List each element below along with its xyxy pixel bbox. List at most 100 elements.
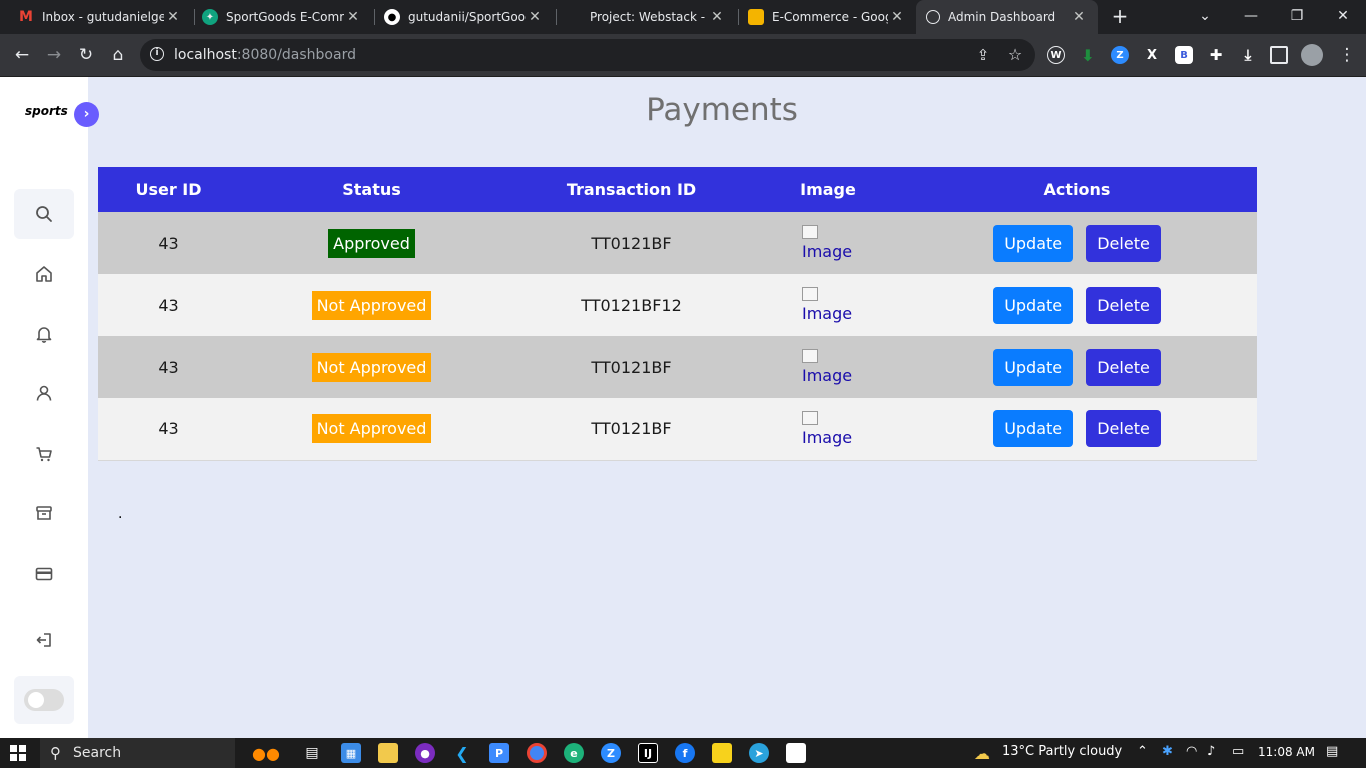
side-panel-icon[interactable] — [1270, 46, 1288, 64]
sidebar-item-home[interactable] — [14, 254, 74, 294]
volume-icon[interactable]: ♪ — [1207, 744, 1215, 759]
tray-chevron-icon[interactable]: ⌃ — [1137, 744, 1148, 759]
taskbar-search-box[interactable]: ⚲ Search — [40, 738, 235, 768]
battery-icon[interactable]: ▭ — [1232, 744, 1244, 759]
close-tab-icon[interactable]: ✕ — [164, 9, 182, 25]
address-bar[interactable]: i localhost:8080/dashboard ⇪ ☆ — [140, 39, 1035, 71]
browser-tab-chatgpt[interactable]: ✦ SportGoods E-Comme ✕ — [192, 0, 372, 34]
notifications-center-icon[interactable]: ▤ — [1326, 744, 1338, 759]
restore-button[interactable]: ❐ — [1274, 0, 1320, 34]
sidebar-item-products[interactable] — [14, 493, 74, 533]
zoom-icon[interactable]: Z — [1111, 46, 1129, 64]
bookmark-star-icon[interactable]: ☆ — [1002, 42, 1028, 68]
facebook-icon[interactable]: f — [675, 743, 695, 763]
downloads-icon[interactable]: ⤓ — [1239, 46, 1257, 64]
column-header-image: Image — [759, 167, 897, 212]
browser-toolbar: ← → ↻ ⌂ i localhost:8080/dashboard ⇪ ☆ W… — [0, 34, 1366, 77]
delete-button[interactable]: Delete — [1086, 348, 1161, 386]
intellij-icon[interactable]: IJ — [638, 743, 658, 763]
delete-button[interactable]: Delete — [1086, 286, 1161, 324]
dark-mode-toggle[interactable] — [24, 689, 64, 711]
table-row: 43 Not Approved TT0121BF12 Image Update … — [98, 274, 1257, 336]
sidebar-item-notifications[interactable] — [14, 314, 74, 354]
microsoft-store-icon[interactable]: ▦ — [341, 743, 361, 763]
task-view-icon[interactable]: ▤ — [302, 743, 322, 763]
bluetooth-icon[interactable]: ✱ — [1162, 744, 1173, 759]
telegram-icon[interactable]: ➤ — [749, 743, 769, 763]
share-icon[interactable]: ⇪ — [970, 42, 996, 68]
chrome-icon[interactable] — [527, 743, 547, 763]
clock-time[interactable]: 11:08 AM — [1258, 745, 1315, 759]
archive-icon — [36, 506, 52, 520]
tab-search-chevron-icon[interactable]: ⌄ — [1182, 0, 1228, 34]
puzzle-icon[interactable]: ✚ — [1207, 46, 1225, 64]
reload-icon[interactable]: ↻ — [73, 42, 99, 68]
github-desktop-icon[interactable]: ● — [415, 743, 435, 763]
excel-icon[interactable]: X — [1143, 46, 1161, 64]
back-arrow-icon[interactable]: ← — [9, 42, 35, 68]
payment-image[interactable]: Image — [802, 225, 854, 261]
edge-icon[interactable]: e — [564, 743, 584, 763]
browser-tab-webstack[interactable]: Project: Webstack - Po ✕ — [556, 0, 736, 34]
delete-button[interactable]: Delete — [1086, 410, 1161, 448]
payment-image[interactable]: Image — [802, 287, 854, 323]
table-row: 43 Not Approved TT0121BF Image Update De… — [98, 398, 1257, 461]
payment-image[interactable]: Image — [802, 410, 854, 447]
actions-cell: Update Delete — [897, 212, 1257, 274]
github-icon: ● — [384, 9, 400, 25]
site-info-icon[interactable]: i — [150, 47, 164, 61]
broken-image-icon — [802, 410, 818, 425]
update-button[interactable]: Update — [993, 286, 1074, 324]
document-icon[interactable] — [786, 743, 806, 763]
download-arrow-icon[interactable]: ⬇ — [1079, 46, 1097, 65]
wappalyzer-icon[interactable]: W — [1047, 46, 1065, 64]
transaction-id-cell: TT0121BF — [504, 398, 759, 461]
browser-tab-github[interactable]: ● gutudanii/SportGoods ✕ — [374, 0, 554, 34]
profile-avatar[interactable] — [1301, 44, 1323, 66]
search-icon — [36, 206, 52, 222]
vscode-icon[interactable]: ❮ — [452, 743, 472, 763]
tab-title: Inbox - gutudanielgele — [42, 10, 164, 24]
home-icon — [36, 266, 52, 282]
extension-b-icon[interactable]: B — [1175, 46, 1193, 64]
zoom-icon[interactable]: Z — [601, 743, 621, 763]
browser-tab-slides[interactable]: E-Commerce - Google ✕ — [738, 0, 916, 34]
close-tab-icon[interactable]: ✕ — [526, 9, 544, 25]
windows-start-icon[interactable] — [8, 743, 28, 763]
sidebar-item-payments[interactable] — [14, 554, 74, 594]
browser-tab-gmail[interactable]: M Inbox - gutudanielgele ✕ — [8, 0, 192, 34]
sidebar-search-button[interactable] — [14, 189, 74, 239]
new-tab-button[interactable]: + — [1109, 5, 1131, 27]
close-tab-icon[interactable]: ✕ — [344, 9, 362, 25]
payment-image[interactable]: Image — [802, 349, 854, 385]
home-icon[interactable]: ⌂ — [105, 42, 131, 68]
wifi-icon[interactable]: ◠ — [1186, 744, 1197, 759]
update-button[interactable]: Update — [993, 224, 1074, 262]
sticky-notes-icon[interactable] — [712, 743, 732, 763]
update-button[interactable]: Update — [993, 348, 1074, 386]
close-tab-icon[interactable]: ✕ — [708, 9, 726, 25]
minimize-button[interactable]: — — [1228, 0, 1274, 34]
table-row: 43 Approved TT0121BF Image Update Delete — [98, 212, 1257, 274]
table-header-row: User ID Status Transaction ID Image Acti… — [98, 167, 1257, 212]
sidebar-item-cart[interactable] — [14, 434, 74, 474]
broken-image-icon — [802, 287, 818, 301]
file-explorer-icon[interactable] — [378, 743, 398, 763]
menu-kebab-icon[interactable]: ⋮ — [1334, 42, 1360, 68]
close-tab-icon[interactable]: ✕ — [1070, 9, 1088, 25]
sidebar-item-users[interactable] — [14, 373, 74, 413]
halloween-pumpkin-icon[interactable]: ●● — [246, 743, 286, 763]
chatgpt-icon: ✦ — [202, 9, 218, 25]
sidebar-item-logout[interactable] — [14, 620, 74, 660]
delete-button[interactable]: Delete — [1086, 224, 1161, 262]
close-window-button[interactable]: ✕ — [1320, 0, 1366, 34]
user-id-cell: 43 — [98, 212, 239, 274]
update-button[interactable]: Update — [993, 410, 1074, 448]
weather-text[interactable]: 13°C Partly cloudy — [1002, 744, 1122, 759]
broken-image-icon — [802, 349, 818, 363]
browser-tab-admin-dashboard[interactable]: Admin Dashboard ✕ — [916, 0, 1098, 34]
broken-image-icon — [802, 225, 818, 239]
close-tab-icon[interactable]: ✕ — [888, 9, 906, 25]
photo-app-icon[interactable]: P — [489, 743, 509, 763]
forward-arrow-icon[interactable]: → — [41, 42, 67, 68]
